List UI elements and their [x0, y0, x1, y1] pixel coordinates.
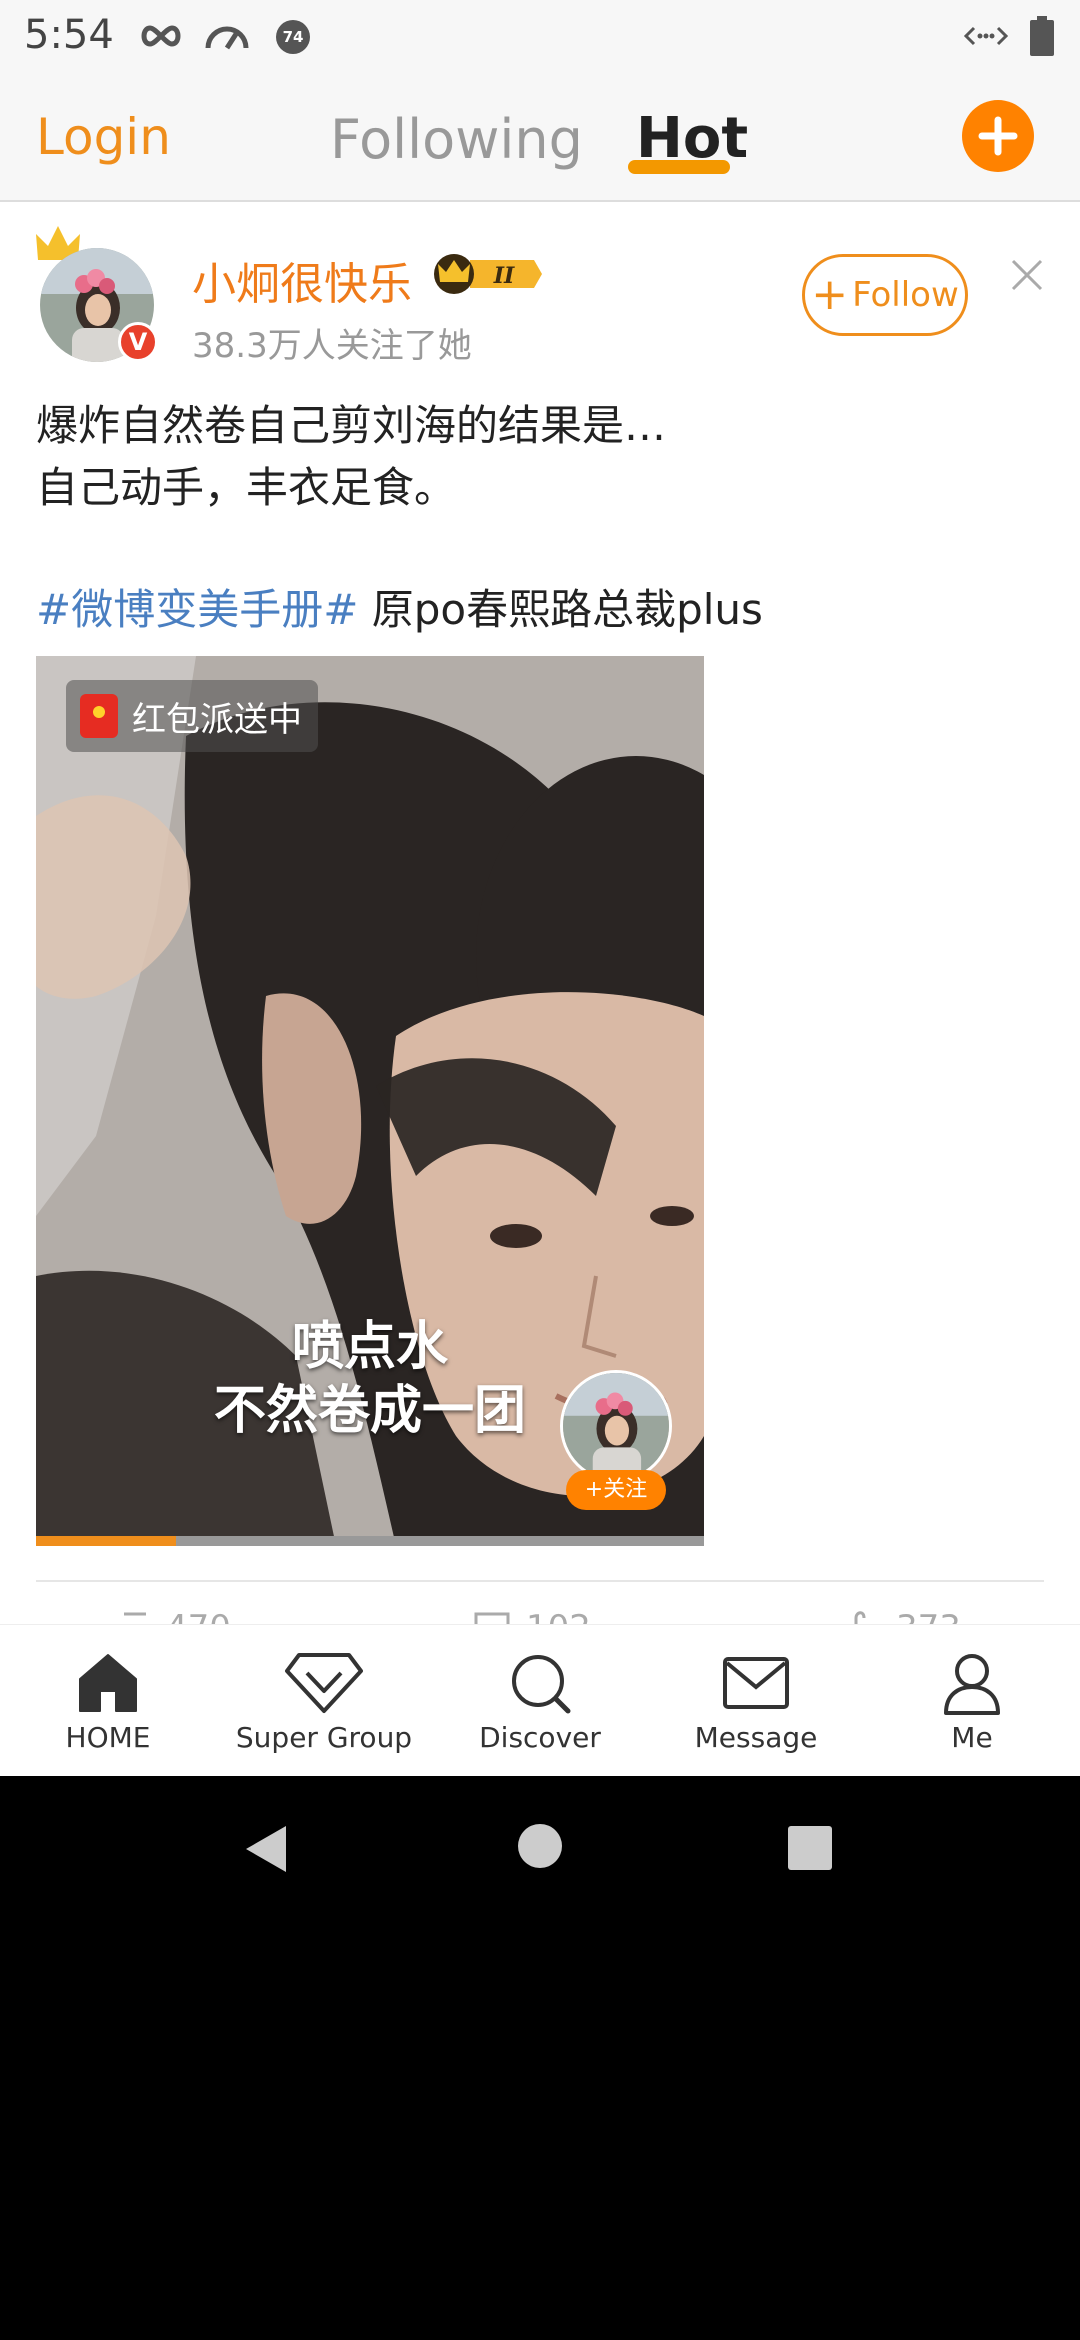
verified-badge: V	[118, 322, 158, 362]
tab-label: Message	[694, 1721, 818, 1754]
back-icon[interactable]	[244, 1824, 288, 1874]
tab-label: Super Group	[235, 1721, 413, 1754]
top-nav: Login Following Hot	[0, 72, 1080, 202]
compose-button[interactable]	[962, 100, 1034, 172]
red-packet-label: 红包派送中	[132, 699, 302, 740]
battery-icon	[1030, 16, 1054, 56]
status-bar: 5:54 74	[0, 0, 1080, 72]
video-author-avatar[interactable]	[560, 1370, 672, 1482]
app-screen: 5:54 74 Login Following Hot V 小炯很快乐 II 3…	[0, 0, 1080, 1776]
video-progress-fill	[36, 1536, 177, 1546]
android-nav-bar	[0, 1776, 1080, 1920]
mail-icon	[723, 1657, 789, 1709]
vip-level-text: II	[493, 263, 515, 289]
search-icon	[512, 1655, 571, 1714]
plus-icon: +	[811, 269, 849, 320]
speedometer-icon	[205, 26, 249, 50]
close-icon[interactable]	[1010, 258, 1044, 292]
avatar-image	[563, 1373, 669, 1479]
diamond-icon	[285, 1653, 363, 1713]
tab-message[interactable]: Message	[648, 1625, 864, 1776]
tab-label: HOME	[65, 1721, 151, 1754]
tab-label: Discover	[479, 1721, 601, 1754]
follow-label: Follow	[852, 275, 959, 315]
post-text-line: 爆炸自然卷自己剪刘海的结果是…	[36, 401, 667, 450]
bottom-tab-bar: HOME Super Group Discover Message Me	[0, 1624, 1080, 1776]
active-tab-indicator	[628, 160, 730, 174]
follow-button[interactable]: + Follow	[802, 254, 968, 336]
follower-count: 38.3万人关注了她	[192, 326, 472, 366]
post-text-line: 自己动手，丰衣足食。	[36, 463, 457, 512]
post-text-line: #微博变美手册# 原po春熙路总裁plus	[36, 576, 763, 637]
status-time: 5:54	[24, 12, 114, 58]
video-player[interactable]: 红包派送中 喷点水 不然卷成一团 +关注	[36, 656, 704, 1546]
data-transfer-icon	[964, 26, 1008, 46]
post-tail-text: 原po春熙路总裁plus	[358, 585, 763, 634]
divider	[36, 1580, 1044, 1582]
profile-icon	[944, 1654, 1000, 1715]
tab-discover[interactable]: Discover	[432, 1625, 648, 1776]
vip-badge: II	[430, 252, 546, 300]
hashtag-link[interactable]: #微博变美手册#	[36, 585, 358, 634]
author-name[interactable]: 小炯很快乐	[192, 248, 412, 312]
tab-me[interactable]: Me	[864, 1625, 1080, 1776]
home-circle-icon[interactable]	[518, 1824, 562, 1868]
tab-following[interactable]: Following	[330, 108, 583, 171]
vip-crown-icon: II	[434, 254, 542, 294]
tab-super-group[interactable]: Super Group	[216, 1625, 432, 1776]
tab-label: Me	[951, 1721, 993, 1754]
home-icon	[79, 1654, 137, 1712]
infinity-icon	[141, 25, 181, 47]
plus-icon	[978, 116, 1018, 156]
recents-icon[interactable]	[788, 1826, 832, 1870]
video-follow-button[interactable]: +关注	[566, 1470, 666, 1510]
video-progress-bar[interactable]	[36, 1536, 704, 1546]
login-link[interactable]: Login	[36, 108, 171, 166]
tab-home[interactable]: HOME	[0, 1625, 216, 1776]
battery-saver-icon: 74	[276, 20, 310, 54]
red-packet-badge[interactable]: 红包派送中	[66, 680, 318, 752]
red-packet-icon	[80, 694, 118, 738]
